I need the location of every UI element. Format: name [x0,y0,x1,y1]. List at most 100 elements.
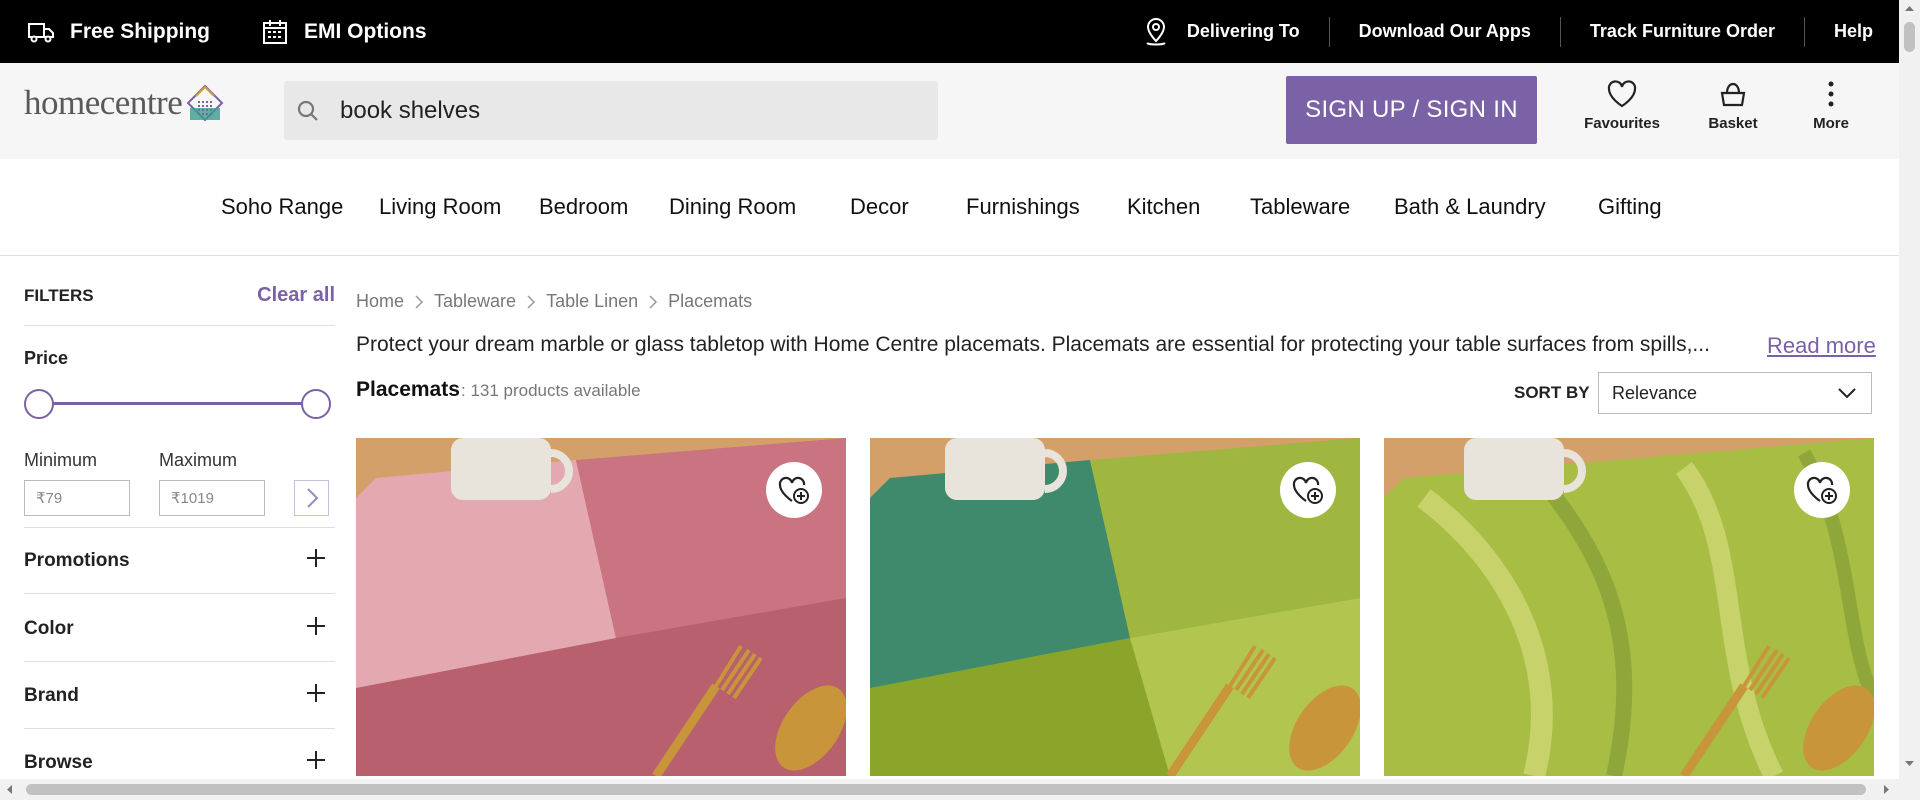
nav-item-kitchen[interactable]: Kitchen [1127,194,1200,220]
download-apps-link[interactable]: Download Our Apps [1328,16,1560,47]
track-order-link[interactable]: Track Furniture Order [1559,16,1804,47]
filter-section-label: Color [24,618,74,639]
calendar-icon [263,19,288,44]
track-order-label: Track Furniture Order [1589,21,1775,41]
logo-text: homecentre [24,83,183,122]
filter-promotions[interactable]: Promotions [24,527,335,594]
horizontal-scroll-thumb[interactable] [26,784,1866,795]
location-pin-icon [1146,17,1166,45]
help-link[interactable]: Help [1803,16,1873,47]
signin-button[interactable]: SIGN UP / SIGN IN [1286,76,1537,144]
basket-button[interactable]: Basket [1683,79,1783,132]
price-filter-label: Price [24,348,69,368]
filters-panel: FILTERS Clear all Price Minimum Maximum … [24,256,335,773]
free-shipping-link[interactable]: Free Shipping [28,20,210,44]
help-label: Help [1833,21,1873,41]
chevron-right-icon [649,294,658,309]
download-apps-label: Download Our Apps [1358,21,1531,41]
filter-section-label: Browse [24,752,93,773]
breadcrumb-table-linen[interactable]: Table Linen [546,291,638,312]
basket-icon [1720,82,1746,107]
product-card[interactable] [356,438,846,776]
emi-options-link[interactable]: EMI Options [262,19,427,45]
basket-label: Basket [1708,115,1758,132]
scroll-up-arrow-icon[interactable] [1904,4,1915,12]
plus-icon [307,751,325,769]
min-price-input[interactable]: ₹79 [24,480,130,516]
product-card[interactable] [870,438,1360,776]
favourites-label: Favourites [1584,115,1660,132]
delivering-to-link[interactable]: Delivering To [1114,17,1329,47]
apply-price-button[interactable] [294,480,329,516]
truck-icon [28,22,54,42]
category-description: Protect your dream marble or glass table… [356,333,1710,356]
logo-mark-icon [186,84,224,122]
sort-select[interactable]: Relevance [1598,372,1872,414]
product-card[interactable] [1384,438,1874,776]
max-price-input[interactable]: ₹1019 [159,480,265,516]
nav-item-bath-laundry[interactable]: Bath & Laundry [1394,194,1546,220]
delivering-to-label: Delivering To [1186,21,1300,41]
sort-by-label: SORT BY [1514,383,1590,402]
nav-item-dining-room[interactable]: Dining Room [669,194,796,220]
top-utility-bar: Free Shipping EMI Options Delivering To … [0,0,1899,63]
free-shipping-label: Free Shipping [70,19,211,43]
nav-item-living-room[interactable]: Living Room [379,194,501,220]
breadcrumb-tableware[interactable]: Tableware [434,291,516,312]
favourites-button[interactable]: Favourites [1572,79,1672,132]
read-more-link[interactable]: Read more [1767,333,1876,359]
filter-section-label: Promotions [24,550,130,571]
scroll-down-arrow-icon[interactable] [1904,760,1915,768]
price-slider-min-handle[interactable] [24,389,54,419]
chevron-right-icon [527,294,536,309]
listing-title: Placemats [356,378,460,401]
add-to-favourites-button[interactable] [1280,462,1336,518]
filters-header: FILTERS Clear all [24,256,335,326]
nav-item-soho-range[interactable]: Soho Range [221,194,343,220]
minimum-label: Minimum [24,450,98,470]
nav-item-decor[interactable]: Decor [850,194,909,220]
category-nav: Soho Range Living Room Bedroom Dining Ro… [0,159,1899,256]
plus-icon [307,617,325,635]
nav-item-bedroom[interactable]: Bedroom [539,194,628,220]
clear-all-button[interactable]: Clear all [257,284,335,307]
search-input[interactable] [340,96,900,125]
emi-options-label: EMI Options [304,19,427,43]
heart-icon [1607,80,1637,108]
plus-icon [307,549,325,567]
nav-item-furnishings[interactable]: Furnishings [966,194,1080,220]
scroll-left-arrow-icon[interactable] [5,784,13,795]
add-to-favourites-button[interactable] [1794,462,1850,518]
more-button[interactable]: More [1781,79,1881,132]
vertical-scrollbar[interactable] [1899,0,1920,800]
filter-brand[interactable]: Brand [24,662,335,729]
vertical-scroll-thumb[interactable] [1904,22,1915,52]
breadcrumb-home[interactable]: Home [356,291,404,312]
breadcrumb-placemats: Placemats [668,291,753,311]
filter-color[interactable]: Color [24,595,335,662]
nav-item-tableware[interactable]: Tableware [1250,194,1350,220]
scroll-right-arrow-icon[interactable] [1883,784,1891,795]
breadcrumb: Home Tableware Table Linen Placemats [356,291,752,312]
price-slider-max-handle[interactable] [301,389,331,419]
more-vertical-icon [1828,81,1834,107]
chevron-right-icon [415,294,424,309]
maximum-label: Maximum [159,450,238,470]
chevron-down-icon [1838,388,1856,399]
search-bar[interactable] [284,81,938,140]
chevron-right-icon [306,488,318,508]
horizontal-scrollbar[interactable] [0,779,1899,800]
site-logo[interactable]: homecentre [24,83,224,123]
product-count: : 131 products available [461,381,641,400]
nav-item-gifting[interactable]: Gifting [1598,194,1662,220]
heart-plus-icon [1806,476,1837,504]
plus-icon [307,684,325,702]
filter-section-label: Brand [24,685,79,706]
filters-title: FILTERS [24,286,94,305]
heart-plus-icon [1292,476,1323,504]
site-header: homecentre SIGN UP / SIGN IN Favourites … [0,63,1899,159]
sort-selected-value: Relevance [1612,382,1698,403]
more-label: More [1813,115,1849,132]
add-to-favourites-button[interactable] [766,462,822,518]
heart-plus-icon [778,476,809,504]
